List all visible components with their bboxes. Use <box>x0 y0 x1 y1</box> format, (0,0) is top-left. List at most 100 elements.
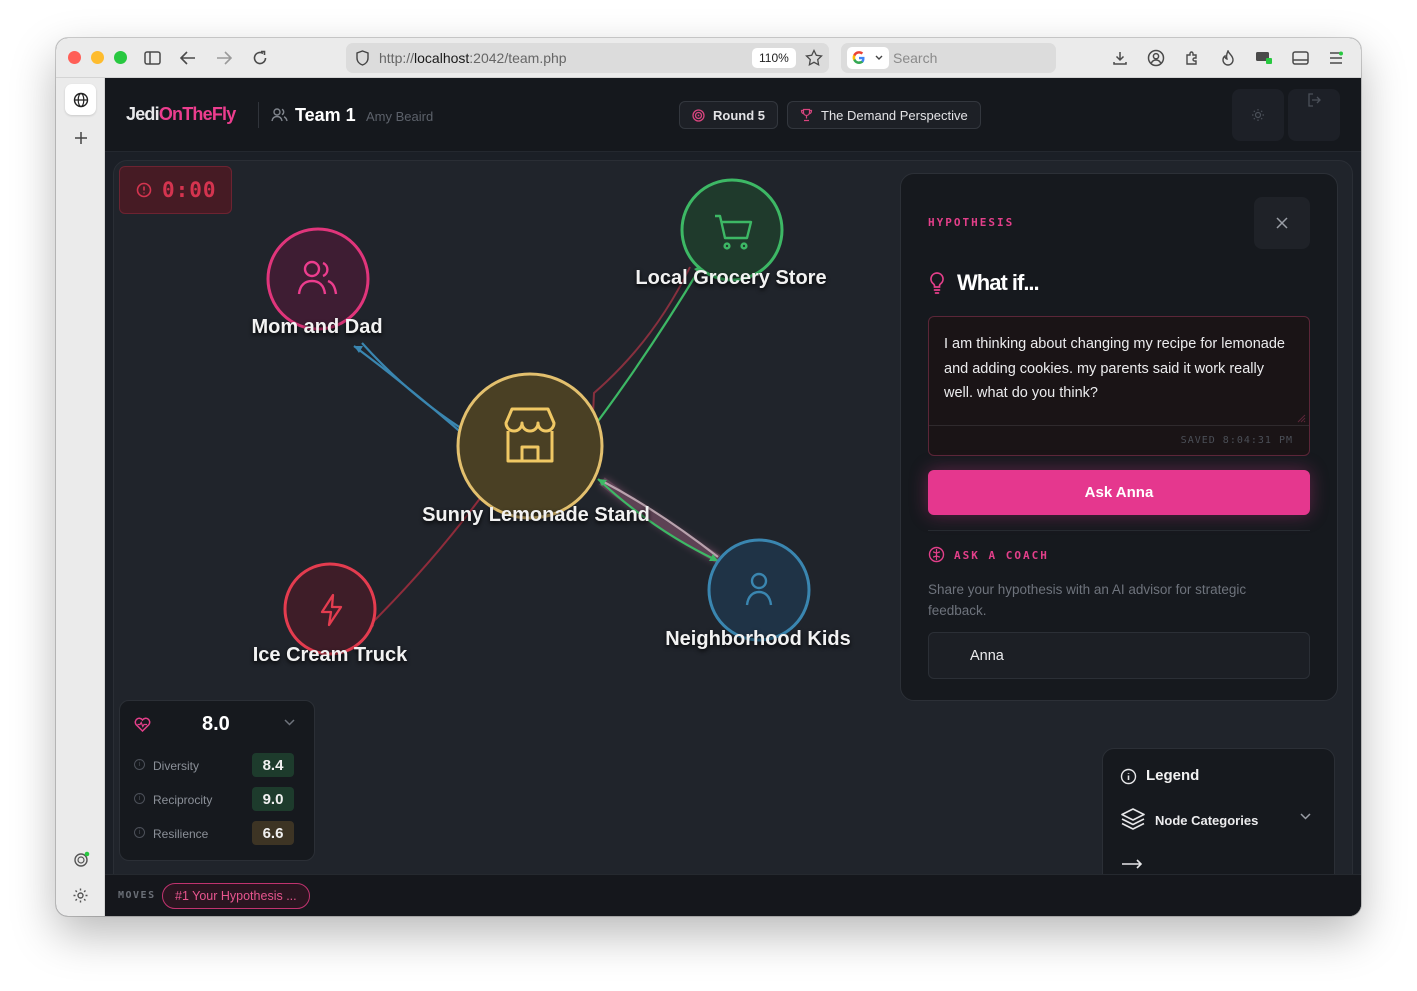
sidebar-toggle-icon[interactable] <box>141 47 163 69</box>
close-window-button[interactable] <box>68 51 81 64</box>
chevron-down-icon <box>875 55 883 60</box>
node-label-grocery: Local Grocery Store <box>635 267 827 289</box>
zoom-level[interactable]: 110% <box>752 48 796 68</box>
info-icon[interactable]: i <box>134 759 145 770</box>
saved-timestamp: SAVED 8:04:31 PM <box>1180 435 1293 446</box>
node-label-center: Sunny Lemonade Stand <box>422 504 650 526</box>
browser-window: http://localhost:2042/team.php 110% Sear… <box>56 38 1361 916</box>
hypothesis-divider <box>929 425 1309 426</box>
panel-kicker: HYPOTHESIS <box>928 216 1015 229</box>
node-label-parents: Mom and Dad <box>251 316 383 338</box>
panel-separator <box>928 530 1310 531</box>
ai-assistant-icon[interactable] <box>65 844 96 875</box>
close-icon <box>1276 217 1288 229</box>
maximize-window-button[interactable] <box>114 51 127 64</box>
hypothesis-panel: HYPOTHESIS What if... I am thinking abou… <box>900 173 1338 701</box>
sun-icon <box>1252 109 1264 121</box>
settings-gear-icon[interactable] <box>65 880 96 911</box>
edge-center-grocery[interactable] <box>585 264 703 438</box>
round-badge[interactable]: Round 5 <box>679 101 778 129</box>
metric-value: 9.0 <box>252 787 294 811</box>
brand-logo[interactable]: JediOnTheFly <box>126 104 236 125</box>
search-bar[interactable]: Search <box>841 43 1056 73</box>
moves-bar: MOVES #1 Your Hypothesis ... <box>105 874 1361 916</box>
address-bar[interactable]: http://localhost:2042/team.php 110% <box>346 43 829 73</box>
chevron-down-icon[interactable] <box>284 719 295 726</box>
alert-circle-icon <box>136 182 152 198</box>
theme-toggle-button[interactable] <box>1232 89 1284 141</box>
ask-coach-button[interactable]: Ask Anna <box>928 470 1310 515</box>
timer-value: 0:00 <box>162 178 217 202</box>
forward-arrow-icon[interactable] <box>213 47 235 69</box>
network-canvas[interactable]: Sunny Lemonade Stand Mom and Dad Local G… <box>113 160 1353 916</box>
menu-icon[interactable] <box>1325 47 1347 69</box>
header-divider <box>258 102 259 128</box>
extensions-icon[interactable] <box>1181 47 1203 69</box>
legend-node-categories[interactable]: Node Categories <box>1155 813 1258 828</box>
heart-pulse-icon <box>134 717 151 732</box>
coach-selected-name: Anna <box>970 648 1004 664</box>
team-users-icon <box>271 108 288 122</box>
info-icon[interactable]: i <box>134 827 145 838</box>
globe-icon[interactable] <box>65 84 96 115</box>
app-root: JediOnTheFly Team 1 Amy Beaird Round 5 T… <box>105 78 1361 916</box>
metric-row-resilience: i Resilience 6.6 <box>134 821 304 847</box>
perspective-badge[interactable]: The Demand Perspective <box>787 101 981 129</box>
hypothesis-textarea[interactable]: I am thinking about changing my recipe f… <box>928 316 1310 456</box>
edge-center-parents[interactable] <box>353 345 473 443</box>
metric-label: Reciprocity <box>153 793 213 807</box>
browser-side-rail <box>56 78 105 916</box>
reload-icon[interactable] <box>249 47 271 69</box>
minimize-window-button[interactable] <box>91 51 104 64</box>
metric-label: Resilience <box>153 827 209 841</box>
search-placeholder: Search <box>893 50 938 66</box>
flame-icon[interactable] <box>1217 47 1239 69</box>
app-header: JediOnTheFly Team 1 Amy Beaird Round 5 T… <box>105 78 1361 152</box>
bookmark-star-icon[interactable] <box>805 49 823 67</box>
coach-description: Share your hypothesis with an AI advisor… <box>928 582 1247 618</box>
panel-close-button[interactable] <box>1254 197 1310 249</box>
metric-label: Diversity <box>153 759 200 773</box>
logout-button[interactable] <box>1288 89 1340 141</box>
node-neighborhood-kids[interactable] <box>707 538 811 642</box>
node-sunny-lemonade-stand[interactable] <box>456 372 604 520</box>
chevron-down-icon[interactable] <box>1300 813 1311 820</box>
coach-select[interactable]: Anna <box>928 632 1310 679</box>
target-icon <box>692 108 705 122</box>
metric-row-diversity: i Diversity 8.4 <box>134 753 304 779</box>
resize-handle-icon[interactable] <box>1296 413 1306 423</box>
coach-kicker: ASK A COACH <box>954 549 1049 562</box>
hypothesis-text[interactable]: I am thinking about changing my recipe f… <box>944 332 1289 406</box>
download-icon[interactable] <box>1109 47 1131 69</box>
reader-view-icon[interactable] <box>1289 47 1311 69</box>
plus-icon[interactable] <box>65 122 96 153</box>
shield-icon <box>356 50 369 66</box>
legend-title: Legend <box>1146 767 1200 784</box>
round-timer: 0:00 <box>119 166 232 214</box>
google-icon <box>852 51 865 64</box>
node-local-grocery-store[interactable] <box>680 178 784 282</box>
node-label-kids: Neighborhood Kids <box>665 628 851 650</box>
back-arrow-icon[interactable] <box>177 47 199 69</box>
brain-icon <box>928 546 945 563</box>
round-label: Round 5 <box>713 107 765 123</box>
perspective-label: The Demand Perspective <box>821 107 968 123</box>
move-chip[interactable]: #1 Your Hypothesis ... <box>162 883 310 909</box>
url-text: http://localhost:2042/team.php <box>379 50 567 66</box>
legend-panel: Legend Node Categories <box>1102 748 1335 888</box>
devtools-icon[interactable] <box>1253 47 1275 69</box>
account-icon[interactable] <box>1145 47 1167 69</box>
panel-title: What if... <box>957 270 1040 295</box>
metric-value: 6.6 <box>252 821 294 845</box>
info-circle-icon <box>1120 768 1137 785</box>
info-icon[interactable]: i <box>134 793 145 804</box>
node-mom-and-dad[interactable] <box>266 227 370 331</box>
team-title: Team 1 <box>295 105 356 125</box>
metric-row-reciprocity: i Reciprocity 9.0 <box>134 787 304 813</box>
node-ice-cream-truck[interactable] <box>283 562 377 656</box>
trophy-icon <box>800 108 813 122</box>
moves-label: MOVES <box>118 890 156 901</box>
metric-value: 8.4 <box>252 753 294 777</box>
network-score-card[interactable]: 8.0 i Diversity 8.4 i Reciprocity 9.0 i … <box>119 700 315 861</box>
search-engine-selector[interactable] <box>847 47 889 69</box>
